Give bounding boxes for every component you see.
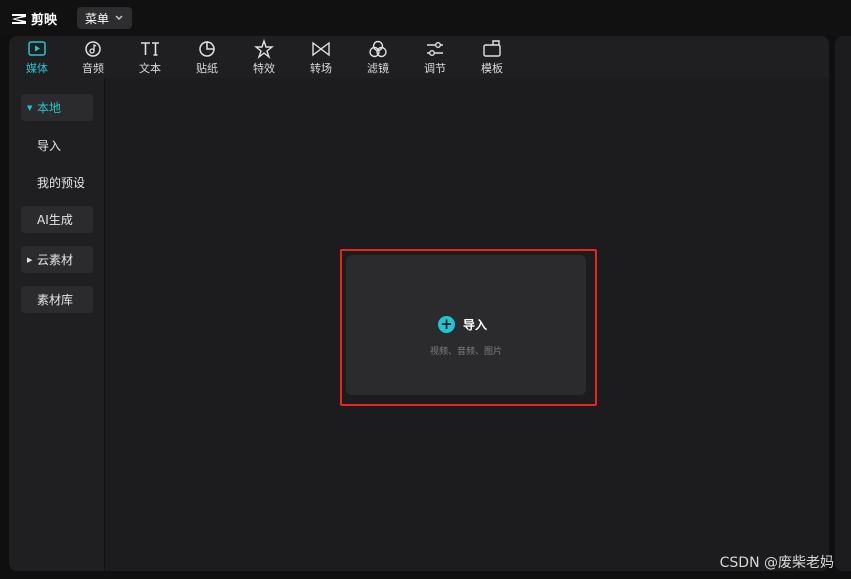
sidebar: ▼ 本地 导入 我的预设 AI生成 ▶ 云素材 素材库 xyxy=(9,78,105,571)
top-toolbar: 媒体 音频 文本 贴纸 特效 转场 滤镜 调节 模板 xyxy=(9,36,829,78)
template-icon xyxy=(483,40,501,57)
sidebar-item-my-presets[interactable]: 我的预设 xyxy=(21,169,93,196)
tab-filter-label: 滤镜 xyxy=(367,62,389,75)
media-icon xyxy=(28,41,46,56)
collapse-caret-icon: ▶ xyxy=(27,255,33,264)
tab-sticker-label: 贴纸 xyxy=(196,62,218,75)
app-name: 剪映 xyxy=(31,13,58,28)
sidebar-item-label: AI生成 xyxy=(37,213,73,227)
sidebar-item-label: 云素材 xyxy=(37,253,74,267)
adjust-icon xyxy=(427,42,443,56)
tab-audio-label: 音频 xyxy=(82,62,104,75)
tab-text[interactable]: 文本 xyxy=(122,39,178,77)
tab-adjust-label: 调节 xyxy=(424,62,446,75)
tab-text-label: 文本 xyxy=(139,62,161,75)
sidebar-item-label: 本地 xyxy=(37,101,62,115)
sidebar-item-local[interactable]: ▼ 本地 xyxy=(21,94,93,121)
tab-template-label: 模板 xyxy=(481,62,503,75)
tab-adjust[interactable]: 调节 xyxy=(407,39,463,77)
app-logo: 剪映 xyxy=(10,9,57,28)
sidebar-item-ai-generate[interactable]: AI生成 xyxy=(21,206,93,233)
tab-transition-label: 转场 xyxy=(310,62,332,75)
sidebar-item-asset-library[interactable]: 素材库 xyxy=(21,286,93,313)
title-bar: 剪映 菜单 xyxy=(0,0,851,36)
expand-caret-icon: ▼ xyxy=(27,103,33,112)
effects-icon xyxy=(254,39,274,59)
tab-effects[interactable]: 特效 xyxy=(236,39,292,77)
tab-audio[interactable]: 音频 xyxy=(65,39,121,77)
chevron-down-icon xyxy=(115,15,123,20)
tab-transition[interactable]: 转场 xyxy=(293,39,349,77)
capcut-logo-icon xyxy=(12,13,26,24)
audio-icon xyxy=(85,41,101,57)
sticker-icon xyxy=(199,41,215,57)
filter-icon xyxy=(369,40,387,58)
media-panel: 媒体 音频 文本 贴纸 特效 转场 滤镜 调节 模板 ▼ 本地 导入 我的预设 … xyxy=(9,36,829,571)
tab-media-label: 媒体 xyxy=(26,62,48,75)
sidebar-item-import[interactable]: 导入 xyxy=(21,132,93,159)
tab-sticker[interactable]: 贴纸 xyxy=(179,39,235,77)
transition-icon xyxy=(312,41,330,57)
menu-label: 菜单 xyxy=(85,11,110,26)
sidebar-item-label: 素材库 xyxy=(37,293,74,307)
menu-button[interactable]: 菜单 xyxy=(77,7,132,29)
tab-filter[interactable]: 滤镜 xyxy=(350,39,406,77)
highlight-box xyxy=(340,249,597,406)
sidebar-item-label: 我的预设 xyxy=(37,176,86,190)
tab-media[interactable]: 媒体 xyxy=(9,39,65,77)
sidebar-item-cloud-assets[interactable]: ▶ 云素材 xyxy=(21,246,93,273)
sidebar-item-label: 导入 xyxy=(37,139,62,153)
watermark: CSDN @废柴老妈 xyxy=(719,555,834,571)
tab-effects-label: 特效 xyxy=(253,62,275,75)
tab-template[interactable]: 模板 xyxy=(464,39,520,77)
media-content-area: + 导入 视频、音频、图片 xyxy=(106,78,829,571)
text-icon xyxy=(141,42,159,56)
right-panel-edge xyxy=(835,36,851,571)
